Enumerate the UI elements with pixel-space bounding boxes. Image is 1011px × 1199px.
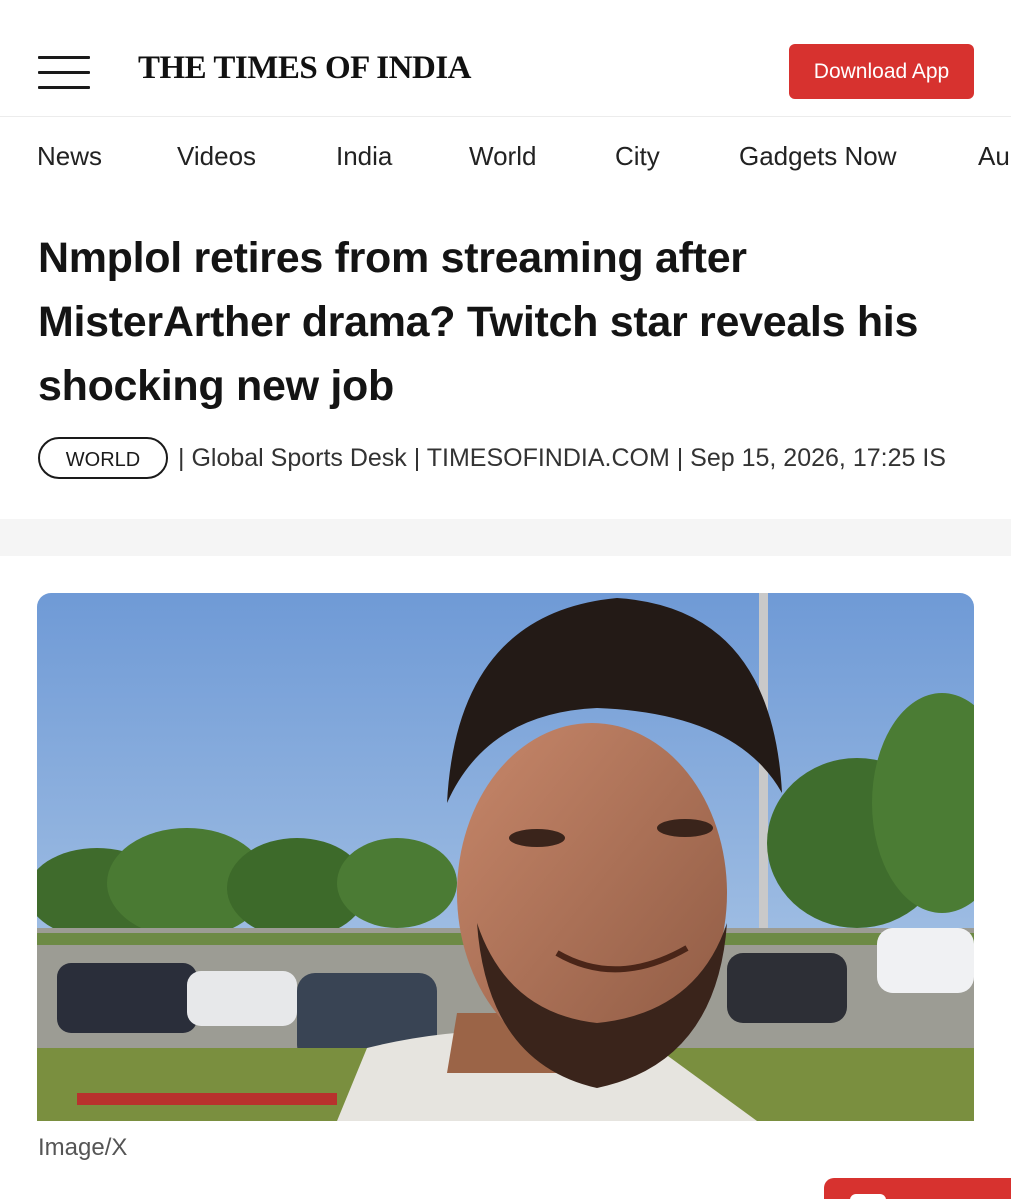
nav-item-gadgets-now[interactable]: Gadgets Now [739,141,897,172]
hamburger-menu-icon[interactable] [38,56,90,90]
nav-item-world[interactable]: World [469,141,536,172]
page: THE TIMES OF INDIA Download App News Vid… [0,0,1011,1199]
section-tag[interactable]: WORLD [38,437,168,479]
nav-item-news[interactable]: News [37,141,102,172]
article-meta: WORLD | Global Sports Desk | TIMESOFINDIA… [38,437,1011,483]
image-caption: Image/X [38,1134,128,1161]
divider-band [0,519,1011,556]
section-nav: News Videos India World City Gadgets Now… [0,117,1011,199]
download-app-button[interactable]: Download App [789,44,974,99]
site-header: THE TIMES OF INDIA Download App [0,0,1011,117]
floating-bar-icon [850,1194,886,1199]
nav-item-videos[interactable]: Videos [177,141,256,172]
floating-action-bar[interactable] [824,1178,1011,1199]
nav-item-auto[interactable]: Au [978,141,1010,172]
article-image[interactable] [37,593,974,1121]
article-headline: Nmplol retires from streaming after Mist… [38,234,919,410]
site-logo[interactable]: THE TIMES OF INDIA [138,50,472,87]
nav-item-city[interactable]: City [615,141,660,172]
byline-text: | Global Sports Desk | TIMESOFINDIA.COM … [178,443,946,472]
nav-item-india[interactable]: India [336,141,392,172]
